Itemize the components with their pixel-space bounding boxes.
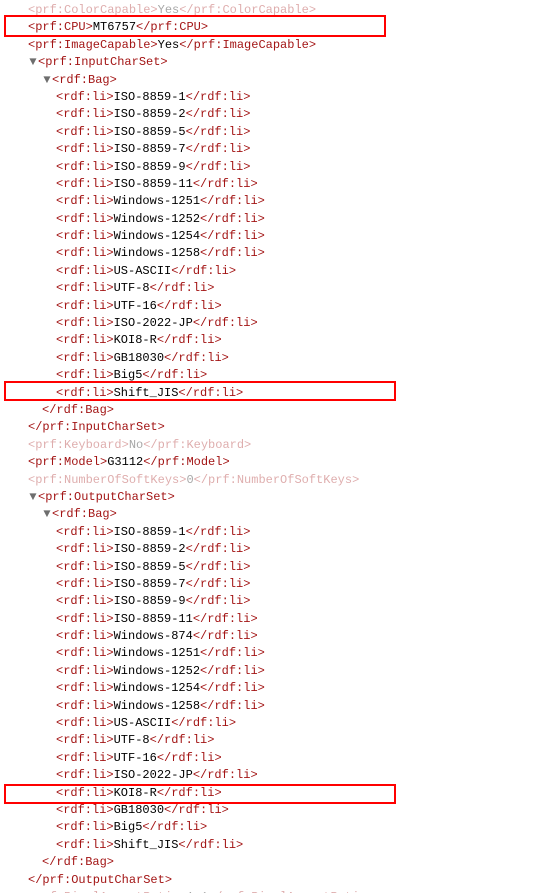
xml-line-29: ▼<rdf:Bag> [42, 506, 551, 523]
xml-line-40: <rdf:li>Windows-1258</rdf:li> [56, 698, 551, 715]
xml-line-16: <rdf:li>UTF-8</rdf:li> [56, 280, 551, 297]
collapse-toggle-icon[interactable]: ▼ [42, 506, 52, 523]
xml-line-3: ▼<prf:InputCharSet> [28, 54, 551, 71]
xml-line-11: <rdf:li>Windows-1251</rdf:li> [56, 193, 551, 210]
xml-line-7: <rdf:li>ISO-8859-5</rdf:li> [56, 124, 551, 141]
xml-line-34: <rdf:li>ISO-8859-9</rdf:li> [56, 593, 551, 610]
xml-line-27: <prf:NumberOfSoftKeys>0</prf:NumberOfSof… [28, 472, 551, 489]
xml-line-6: <rdf:li>ISO-8859-2</rdf:li> [56, 106, 551, 123]
xml-line-45: <rdf:li>KOI8-R</rdf:li> [56, 785, 551, 802]
xml-line-47: <rdf:li>Big5</rdf:li> [56, 819, 551, 836]
xml-line-37: <rdf:li>Windows-1251</rdf:li> [56, 645, 551, 662]
xml-line-0: <prf:ColorCapable>Yes</prf:ColorCapable> [28, 2, 551, 19]
collapse-toggle-icon[interactable]: ▼ [42, 72, 52, 89]
xml-line-2: <prf:ImageCapable>Yes</prf:ImageCapable> [28, 37, 551, 54]
xml-line-14: <rdf:li>Windows-1258</rdf:li> [56, 245, 551, 262]
xml-line-20: <rdf:li>GB18030</rdf:li> [56, 350, 551, 367]
collapse-toggle-icon[interactable]: ▼ [28, 54, 38, 71]
collapse-toggle-icon[interactable]: ▼ [28, 489, 38, 506]
xml-line-26: <prf:Model>G3112</prf:Model> [28, 454, 551, 471]
xml-line-13: <rdf:li>Windows-1254</rdf:li> [56, 228, 551, 245]
xml-line-19: <rdf:li>KOI8-R</rdf:li> [56, 332, 551, 349]
xml-line-36: <rdf:li>Windows-874</rdf:li> [56, 628, 551, 645]
xml-line-25: <prf:Keyboard>No</prf:Keyboard> [28, 437, 551, 454]
xml-line-9: <rdf:li>ISO-8859-9</rdf:li> [56, 159, 551, 176]
xml-line-10: <rdf:li>ISO-8859-11</rdf:li> [56, 176, 551, 193]
xml-line-21: <rdf:li>Big5</rdf:li> [56, 367, 551, 384]
xml-line-41: <rdf:li>US-ASCII</rdf:li> [56, 715, 551, 732]
xml-line-28: ▼<prf:OutputCharSet> [28, 489, 551, 506]
xml-line-23: </rdf:Bag> [42, 402, 551, 419]
xml-line-18: <rdf:li>ISO-2022-JP</rdf:li> [56, 315, 551, 332]
xml-line-43: <rdf:li>UTF-16</rdf:li> [56, 750, 551, 767]
xml-viewer: <prf:ColorCapable>Yes</prf:ColorCapable>… [0, 0, 551, 893]
xml-line-48: <rdf:li>Shift_JIS</rdf:li> [56, 837, 551, 854]
xml-line-50: </prf:OutputCharSet> [28, 872, 551, 889]
xml-line-30: <rdf:li>ISO-8859-1</rdf:li> [56, 524, 551, 541]
xml-line-15: <rdf:li>US-ASCII</rdf:li> [56, 263, 551, 280]
xml-line-35: <rdf:li>ISO-8859-11</rdf:li> [56, 611, 551, 628]
xml-line-17: <rdf:li>UTF-16</rdf:li> [56, 298, 551, 315]
xml-line-49: </rdf:Bag> [42, 854, 551, 871]
xml-line-12: <rdf:li>Windows-1252</rdf:li> [56, 211, 551, 228]
xml-line-33: <rdf:li>ISO-8859-7</rdf:li> [56, 576, 551, 593]
xml-line-5: <rdf:li>ISO-8859-1</rdf:li> [56, 89, 551, 106]
xml-line-42: <rdf:li>UTF-8</rdf:li> [56, 732, 551, 749]
xml-line-32: <rdf:li>ISO-8859-5</rdf:li> [56, 559, 551, 576]
xml-line-31: <rdf:li>ISO-8859-2</rdf:li> [56, 541, 551, 558]
xml-line-38: <rdf:li>Windows-1252</rdf:li> [56, 663, 551, 680]
xml-line-8: <rdf:li>ISO-8859-7</rdf:li> [56, 141, 551, 158]
xml-line-44: <rdf:li>ISO-2022-JP</rdf:li> [56, 767, 551, 784]
xml-line-22: <rdf:li>Shift_JIS</rdf:li> [56, 385, 551, 402]
xml-line-39: <rdf:li>Windows-1254</rdf:li> [56, 680, 551, 697]
xml-line-24: </prf:InputCharSet> [28, 419, 551, 436]
xml-line-46: <rdf:li>GB18030</rdf:li> [56, 802, 551, 819]
xml-line-4: ▼<rdf:Bag> [42, 72, 551, 89]
xml-line-1: <prf:CPU>MT6757</prf:CPU> [28, 19, 551, 36]
